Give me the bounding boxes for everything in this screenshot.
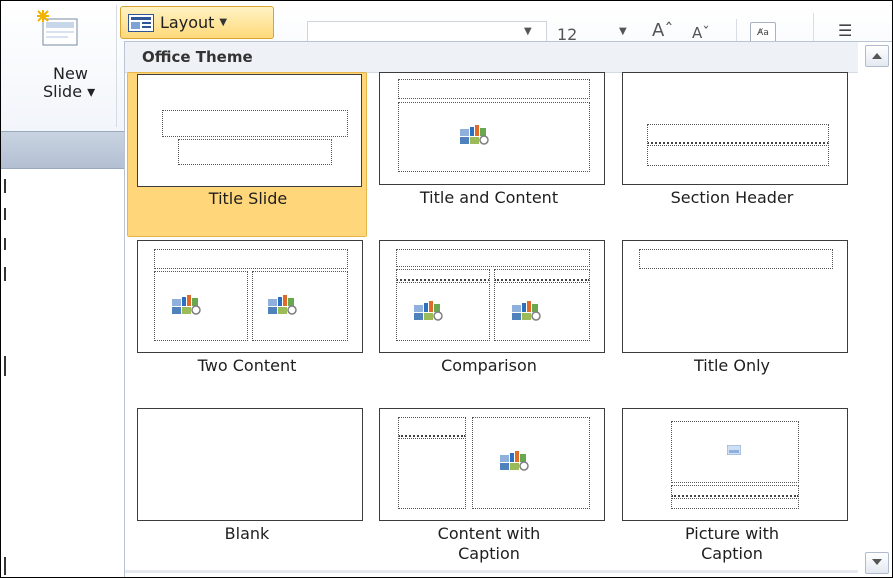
text-placeholder (398, 438, 466, 509)
layout-label: Title Only (693, 356, 771, 375)
layout-label: Comparison (441, 356, 537, 375)
gallery-footer (125, 570, 858, 573)
content-placeholder-icon (500, 451, 529, 471)
layout-label: Two Content (197, 356, 297, 375)
slide-marker (4, 208, 6, 220)
ribbon-divider (116, 5, 117, 127)
layout-thumbnail (622, 240, 848, 353)
layout-thumbnail (622, 72, 848, 185)
layout-tile-title-and-content[interactable]: Title and Content (369, 72, 609, 237)
content-placeholder (398, 102, 590, 172)
title-placeholder (647, 124, 829, 144)
layout-tile-two-content[interactable]: Two Content (127, 240, 367, 405)
slide-marker (4, 557, 6, 575)
layout-tile-comparison[interactable]: Comparison (369, 240, 609, 405)
new-slide-label: New Slide ▾ (43, 64, 115, 101)
layout-tile-title-slide[interactable]: Title Slide (127, 72, 367, 237)
shrink-font-button[interactable]: Aˇ (692, 24, 710, 42)
heading-placeholder (396, 269, 490, 281)
gallery-scrollbar[interactable] (864, 72, 890, 548)
title-placeholder (398, 79, 590, 99)
new-slide-label-line1: New (53, 64, 88, 83)
layout-tile-content-with-caption[interactable]: Content with Caption (369, 408, 609, 573)
layout-button-label: Layout (160, 13, 215, 32)
bullets-button[interactable]: ☰ (838, 21, 852, 40)
layout-label: Title and Content (419, 188, 559, 207)
scroll-up-icon[interactable] (865, 45, 889, 67)
title-placeholder (396, 249, 590, 267)
scroll-down-icon[interactable] (865, 552, 889, 574)
layout-thumbnail (137, 240, 363, 353)
layout-thumbnail (379, 408, 605, 521)
layout-thumbnail (379, 72, 605, 185)
layout-tile-title-only[interactable]: Title Only (612, 240, 852, 405)
layout-gallery: Office Theme Title Slide Title and Conte… (124, 41, 892, 577)
content-placeholder-icon (414, 301, 443, 321)
layout-label: Picture with Caption (684, 524, 780, 563)
title-placeholder (398, 417, 466, 437)
powerpoint-window: New Slide ▾ Layout ▼ ▼ 12 ▼ Aˆ Aˇ A̸a ☰ … (0, 0, 893, 578)
new-slide-icon (37, 10, 78, 46)
layout-thumbnail (622, 408, 848, 521)
content-placeholder-icon (512, 301, 541, 321)
layout-label: Title Slide (208, 189, 288, 208)
grow-font-button[interactable]: Aˆ (652, 20, 673, 41)
text-placeholder (671, 498, 799, 509)
content-placeholder (252, 271, 348, 341)
title-placeholder (639, 249, 833, 269)
layout-icon (128, 13, 154, 32)
title-placeholder (162, 110, 348, 137)
chevron-down-icon[interactable]: ▼ (524, 26, 532, 37)
slides-pane (1, 131, 119, 577)
layout-thumbnail (379, 240, 605, 353)
content-placeholder-icon (268, 295, 297, 315)
chevron-down-icon[interactable]: ▼ (619, 26, 627, 37)
layout-label: Blank (224, 524, 270, 543)
slide-marker (4, 179, 6, 193)
title-placeholder (154, 249, 348, 269)
layout-label: Content with Caption (437, 524, 541, 563)
layout-thumbnail (137, 408, 363, 521)
gallery-header: Office Theme (125, 42, 858, 73)
content-placeholder-icon (460, 125, 489, 145)
layout-label: Section Header (670, 188, 794, 207)
gallery-section-title: Office Theme (142, 48, 253, 66)
chevron-down-icon: ▼ (219, 17, 228, 28)
slide-marker (4, 238, 6, 250)
layout-tile-section-header[interactable]: Section Header (612, 72, 852, 237)
layout-button[interactable]: Layout ▼ (120, 6, 274, 39)
slides-pane-tabs (1, 131, 126, 169)
title-placeholder (671, 485, 799, 497)
new-slide-label-line2: Slide ▾ (43, 82, 96, 101)
heading-placeholder (494, 269, 590, 281)
slide-marker (4, 356, 6, 376)
content-placeholder-icon (172, 295, 201, 315)
slide-marker (4, 267, 6, 281)
layout-thumbnail (137, 74, 362, 187)
layout-tile-blank[interactable]: Blank (127, 408, 367, 573)
text-placeholder (647, 145, 829, 166)
subtitle-placeholder (178, 139, 332, 165)
layout-tile-picture-with-caption[interactable]: Picture with Caption (612, 408, 852, 573)
picture-placeholder-icon (727, 445, 741, 455)
